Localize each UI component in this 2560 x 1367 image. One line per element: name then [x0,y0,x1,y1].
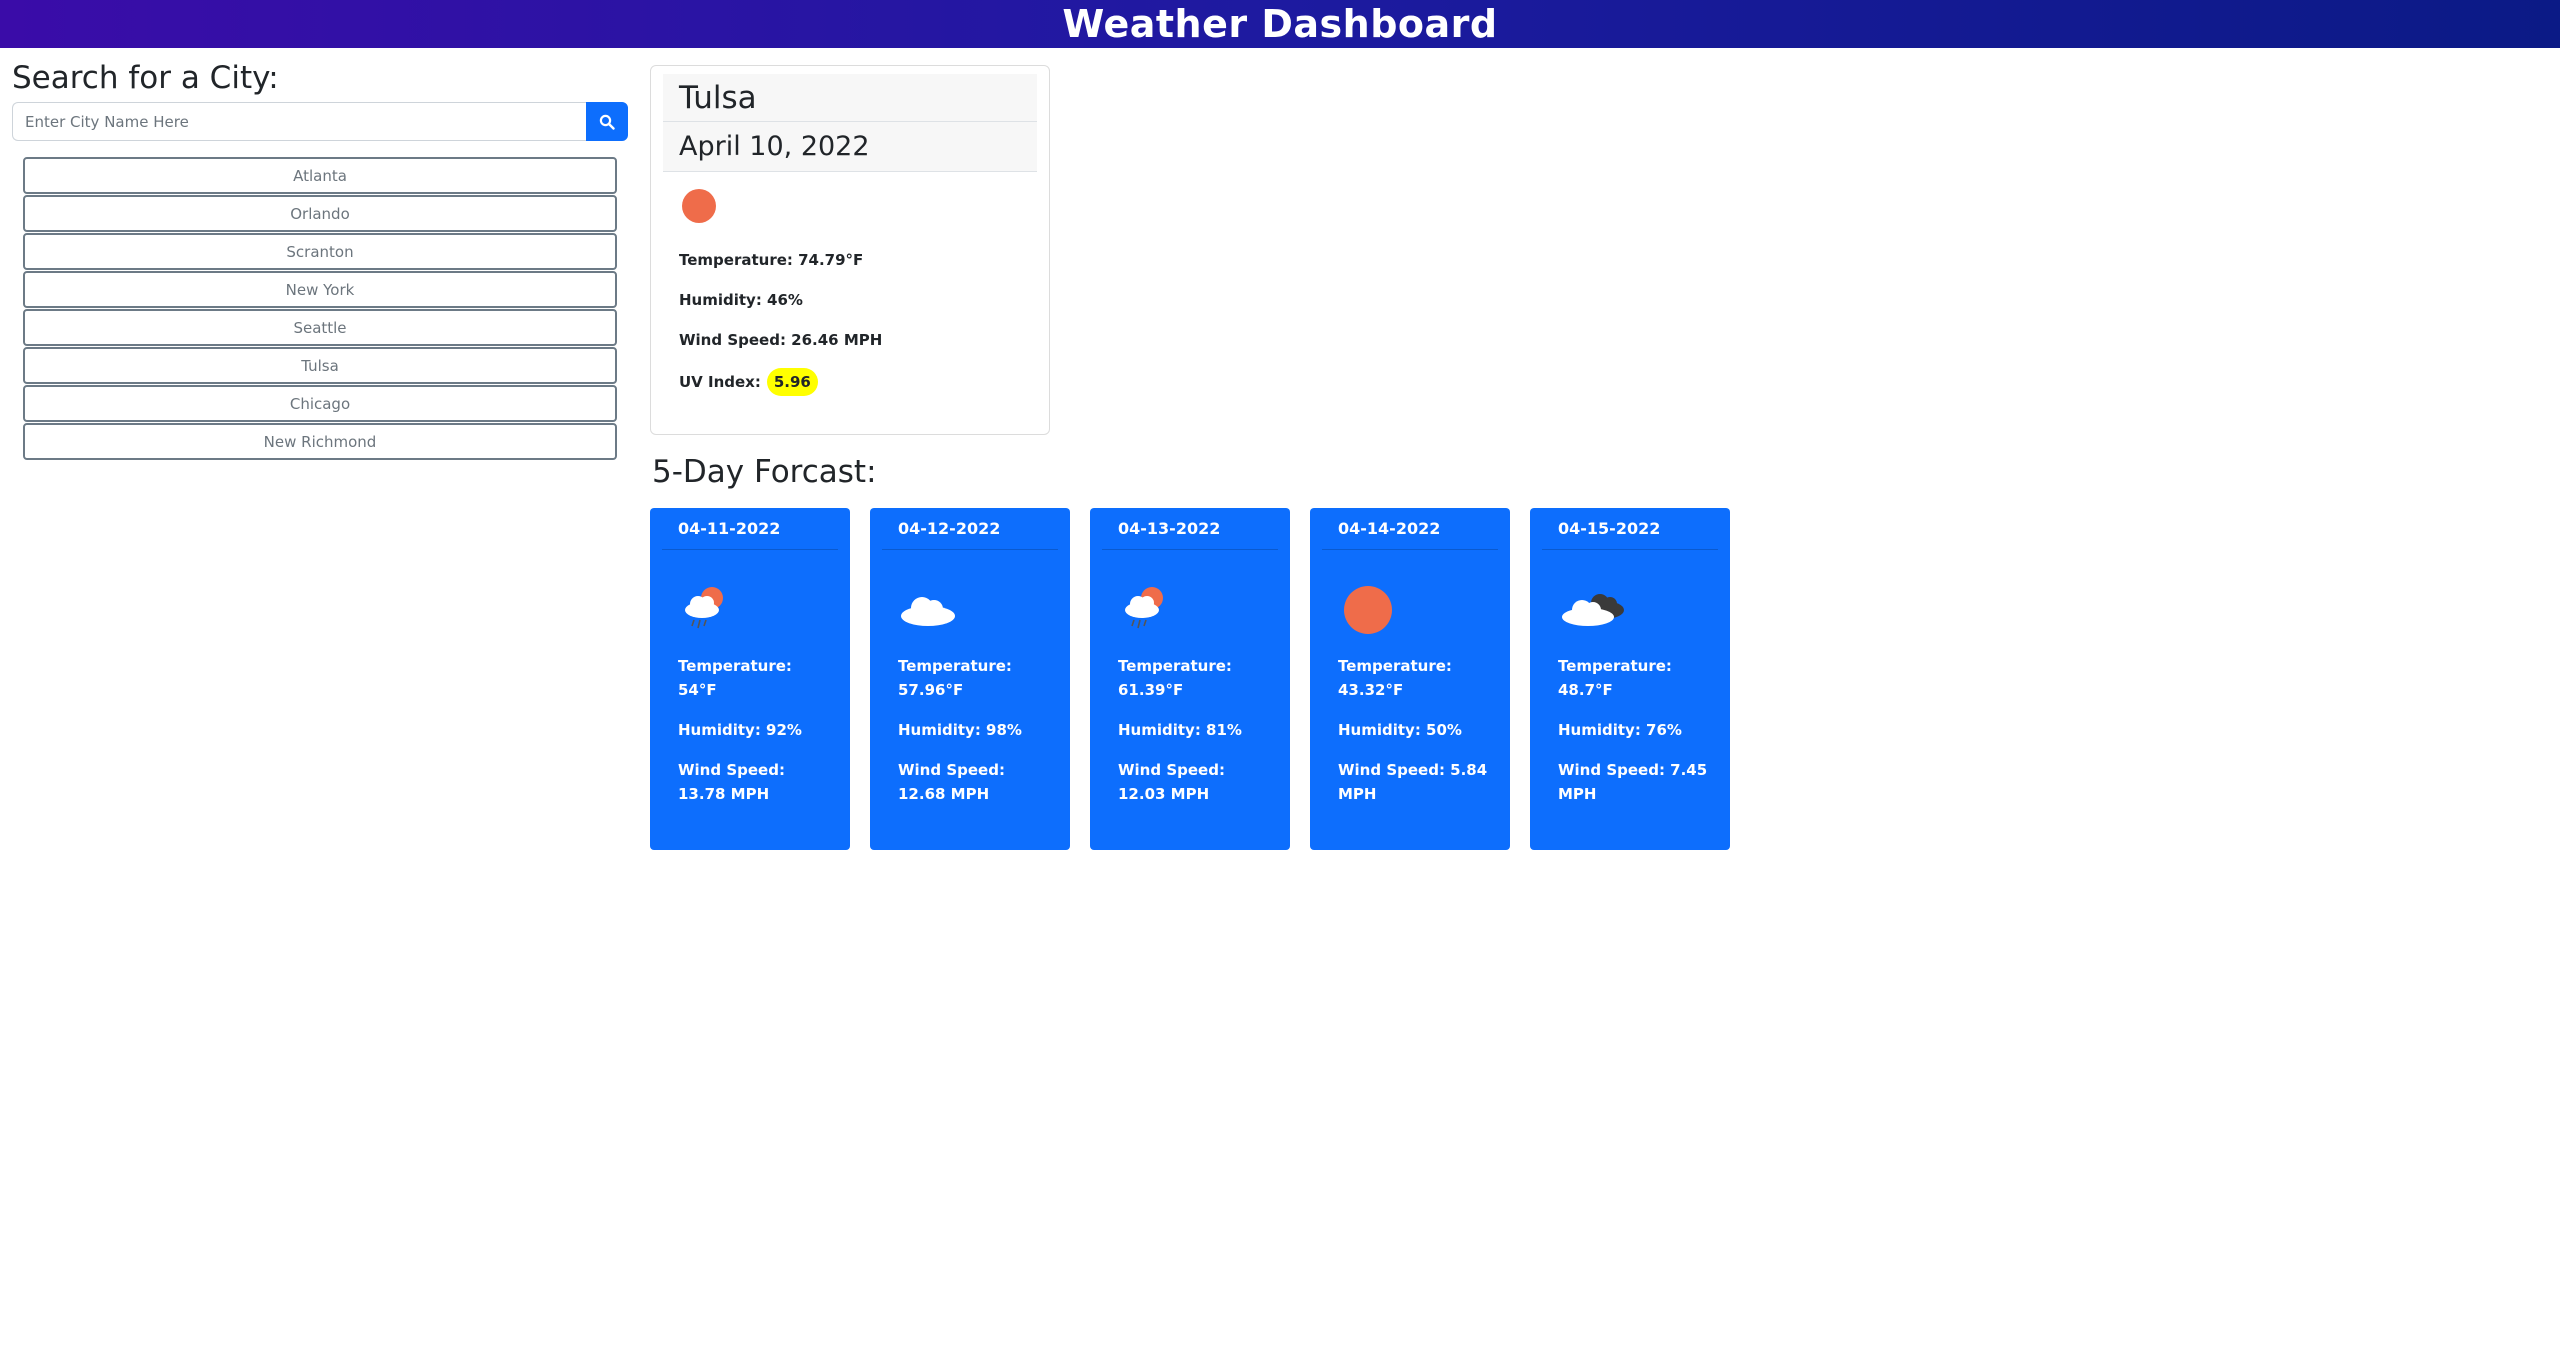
broken-clouds-icon [1562,594,1624,626]
forecast-temperature: Temperature: 61.39°F [1118,657,1232,699]
forecast-date: 04-12-2022 [882,508,1058,550]
forecast-row: 04-11-2022 Temperature: 54°F Humidity: 9… [650,508,1750,850]
forecast-humidity: Humidity: 76% [1558,721,1682,739]
forecast-temperature: Temperature: 43.32°F [1338,657,1452,699]
forecast-date: 04-13-2022 [1102,508,1278,550]
forecast-wind-speed: Wind Speed: 5.84 MPH [1338,761,1488,803]
current-weather-body: Temperature: 74.79°F Humidity: 46% Wind … [651,172,1049,396]
rain-sun-cloud-icon [1125,587,1163,629]
search-title: Search for a City: [12,60,279,96]
history-city-button[interactable]: Seattle [23,309,617,346]
forecast-humidity: Humidity: 98% [898,721,1022,739]
current-temperature: Temperature: 74.79°F [679,251,864,269]
current-date: April 10, 2022 [663,122,1037,172]
forecast-wind-speed: Wind Speed: 7.45 MPH [1558,761,1708,803]
forecast-card: 04-14-2022 Temperature: 43.32°F Humidity… [1310,508,1510,850]
forecast-temperature: Temperature: 57.96°F [898,657,1012,699]
forecast-wind-speed: Wind Speed: 12.68 MPH [898,761,1005,803]
current-humidity: Humidity: 46% [679,291,803,309]
search-row [12,102,628,141]
history-city-button[interactable]: New York [23,271,617,308]
history-city-button[interactable]: Chicago [23,385,617,422]
cloud-icon [901,597,955,626]
forecast-wind-speed: Wind Speed: 13.78 MPH [678,761,785,803]
page-title: Weather Dashboard [1062,2,1498,46]
search-history: Atlanta Orlando Scranton New York Seattl… [23,157,617,460]
rain-sun-cloud-icon [685,587,723,629]
header-bar: Weather Dashboard [0,0,2560,48]
history-city-button[interactable]: New Richmond [23,423,617,460]
sun-icon [1344,586,1392,634]
search-icon [599,114,615,130]
search-button[interactable] [586,102,628,141]
history-city-button[interactable]: Atlanta [23,157,617,194]
sun-icon [682,189,716,223]
forecast-card: 04-11-2022 Temperature: 54°F Humidity: 9… [650,508,850,850]
forecast-date: 04-14-2022 [1322,508,1498,550]
forecast-humidity: Humidity: 92% [678,721,802,739]
forecast-humidity: Humidity: 81% [1118,721,1242,739]
current-wind-speed: Wind Speed: 26.46 MPH [679,331,883,349]
current-weather-card: Tulsa April 10, 2022 Temperature: 74.79°… [650,65,1050,435]
forecast-title: 5-Day Forcast: [652,454,877,490]
current-uv-row: UV Index: 5.96 [679,368,1021,396]
current-city-name: Tulsa [663,74,1037,122]
forecast-date: 04-15-2022 [1542,508,1718,550]
forecast-date: 04-11-2022 [662,508,838,550]
forecast-card: 04-13-2022 Temperature: 61.39°F Humidity… [1090,508,1290,850]
history-city-button[interactable]: Tulsa [23,347,617,384]
search-panel: Search for a City: Atlanta Orlando Scran… [12,58,628,461]
history-city-button[interactable]: Orlando [23,195,617,232]
forecast-card: 04-12-2022 Temperature: 57.96°F Humidity… [870,508,1070,850]
forecast-temperature: Temperature: 48.7°F [1558,657,1672,699]
forecast-wind-speed: Wind Speed: 12.03 MPH [1118,761,1225,803]
history-city-button[interactable]: Scranton [23,233,617,270]
forecast-card: 04-15-2022 Temperature: 48.7°F Humidity:… [1530,508,1730,850]
uv-index-label: UV Index: [679,373,761,391]
search-input[interactable] [12,102,586,141]
forecast-temperature: Temperature: 54°F [678,657,792,699]
uv-index-badge: 5.96 [766,368,818,396]
forecast-humidity: Humidity: 50% [1338,721,1462,739]
